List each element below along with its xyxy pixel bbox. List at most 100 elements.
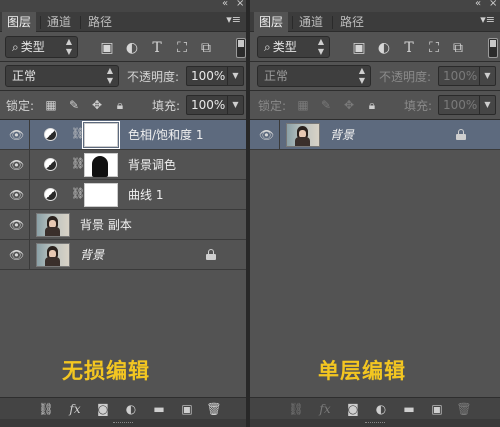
- divider: [29, 150, 30, 180]
- tab-channels[interactable]: 通道: [294, 12, 328, 32]
- collapse-panel-icon[interactable]: «: [475, 0, 481, 9]
- add-mask-icon[interactable]: ◙: [95, 401, 111, 417]
- dropdown-arrows-icon: ▲ ▼: [317, 37, 324, 56]
- fx-layer-style-icon[interactable]: fx: [67, 401, 83, 417]
- panel-tabs: 图层 通道 路径 ▾≡: [0, 12, 246, 32]
- add-mask-icon[interactable]: ◙: [345, 401, 361, 417]
- layer-row-curves[interactable]: 👁︎ ⛓ 曲线 1: [0, 180, 246, 210]
- layer-thumbnail[interactable]: [286, 123, 320, 147]
- chevron-down-icon[interactable]: ▼: [479, 67, 495, 85]
- filter-kind-dropdown[interactable]: ⌕ 类型 ▲ ▼: [257, 36, 330, 58]
- tab-channels[interactable]: 通道: [42, 12, 76, 32]
- opacity-field[interactable]: 100% ▼: [186, 66, 244, 86]
- adjustment-layer-icon: [44, 128, 57, 141]
- fill-field[interactable]: 100% ▼: [438, 95, 496, 115]
- lock-image-brush-icon[interactable]: ✎: [67, 98, 81, 112]
- caption-label: 无损编辑: [62, 359, 150, 383]
- layers-panel-right: « × 图层 通道 路径 ▾≡ ⌕ 类型 ▲ ▼ ▣ ◐ T ⛶ ⧉ 正常 ▲ ▼ 不…: [250, 0, 500, 427]
- layer-name: 背景 副本: [80, 218, 132, 232]
- chain-link-icon[interactable]: ⛓: [71, 187, 85, 200]
- layer-row-hue-saturation[interactable]: 👁︎ ⛓ 色相/饱和度 1: [0, 120, 246, 150]
- layer-mask-thumbnail[interactable]: [84, 183, 118, 207]
- blend-mode-dropdown[interactable]: 正常 ▲ ▼: [5, 65, 119, 87]
- eye-icon[interactable]: 👁︎: [9, 249, 24, 261]
- layer-name: 背景调色: [128, 158, 177, 172]
- lock-all-icon[interactable]: 🔒︎: [113, 98, 127, 112]
- collapse-panel-icon[interactable]: «: [222, 0, 228, 9]
- fill-label: 填充:: [152, 99, 181, 113]
- filter-adjustment-icon[interactable]: ◐: [124, 40, 140, 56]
- close-panel-icon[interactable]: ×: [236, 0, 244, 9]
- fill-value: 100%: [443, 98, 478, 112]
- chain-link-icon[interactable]: ⛓: [71, 127, 85, 140]
- layer-row-background-toning[interactable]: 👁︎ ⛓ 背景调色: [0, 150, 246, 180]
- tab-paths[interactable]: 路径: [335, 12, 369, 32]
- link-layers-icon[interactable]: ⛓: [38, 401, 54, 417]
- resize-grip[interactable]: [250, 419, 500, 427]
- resize-grip[interactable]: [0, 419, 246, 427]
- new-layer-icon[interactable]: ▣: [179, 401, 195, 417]
- tab-layers[interactable]: 图层: [2, 12, 37, 32]
- new-group-folder-icon[interactable]: ▬: [401, 401, 417, 417]
- layer-mask-thumbnail[interactable]: [84, 153, 118, 177]
- layer-thumbnail[interactable]: [36, 243, 70, 267]
- tab-paths[interactable]: 路径: [83, 12, 117, 32]
- tab-layers[interactable]: 图层: [254, 12, 289, 32]
- eye-icon[interactable]: 👁︎: [259, 129, 274, 141]
- new-layer-icon[interactable]: ▣: [429, 401, 445, 417]
- trash-icon[interactable]: 🗑︎: [206, 401, 222, 417]
- fill-value: 100%: [191, 98, 226, 112]
- blend-mode-dropdown[interactable]: 正常 ▲ ▼: [257, 65, 371, 87]
- layer-mask-thumbnail[interactable]: [82, 121, 120, 149]
- filter-toggle-switch[interactable]: [236, 38, 246, 58]
- tab-separator: [292, 16, 293, 29]
- lock-image-brush-icon[interactable]: ✎: [319, 98, 333, 112]
- eye-icon[interactable]: 👁︎: [9, 219, 24, 231]
- fill-field[interactable]: 100% ▼: [186, 95, 244, 115]
- filter-pixel-icon[interactable]: ▣: [99, 40, 115, 56]
- divider: [29, 240, 30, 270]
- eye-icon[interactable]: 👁︎: [9, 129, 24, 141]
- new-adjustment-layer-icon[interactable]: ◐: [373, 401, 389, 417]
- blend-mode-value: 正常: [264, 69, 289, 83]
- chevron-down-icon[interactable]: ▼: [227, 96, 243, 114]
- layer-thumbnail[interactable]: [36, 213, 70, 237]
- filter-toggle-switch[interactable]: [488, 38, 498, 58]
- panel-menu-icon[interactable]: ▾≡: [480, 13, 495, 26]
- lock-all-icon[interactable]: 🔒︎: [365, 98, 379, 112]
- chevron-down-icon[interactable]: ▼: [227, 67, 243, 85]
- chain-link-icon[interactable]: ⛓: [71, 157, 85, 170]
- divider: [29, 120, 30, 150]
- filter-shape-icon[interactable]: ⛶: [174, 40, 190, 56]
- filter-type-icon[interactable]: T: [401, 40, 417, 56]
- filter-smart-object-icon[interactable]: ⧉: [198, 40, 214, 56]
- filter-row: ⌕ 类型 ▲ ▼ ▣ ◐ T ⛶ ⧉: [250, 33, 500, 61]
- opacity-label: 不透明度:: [379, 70, 432, 84]
- lock-transparent-icon[interactable]: ▦: [44, 98, 58, 112]
- new-group-folder-icon[interactable]: ▬: [151, 401, 167, 417]
- lock-position-move-icon[interactable]: ✥: [342, 98, 356, 112]
- close-panel-icon[interactable]: ×: [489, 0, 497, 9]
- layer-row-background-copy[interactable]: 👁︎ 背景 副本: [0, 210, 246, 240]
- link-layers-icon[interactable]: ⛓: [288, 401, 304, 417]
- chevron-down-icon[interactable]: ▼: [479, 96, 495, 114]
- new-adjustment-layer-icon[interactable]: ◐: [123, 401, 139, 417]
- lock-label: 锁定:: [258, 99, 287, 113]
- lock-transparent-icon[interactable]: ▦: [296, 98, 310, 112]
- filter-pixel-icon[interactable]: ▣: [351, 40, 367, 56]
- filter-type-icon[interactable]: T: [149, 40, 165, 56]
- filter-adjustment-icon[interactable]: ◐: [376, 40, 392, 56]
- eye-icon[interactable]: 👁︎: [9, 159, 24, 171]
- filter-kind-dropdown[interactable]: ⌕ 类型 ▲ ▼: [5, 36, 78, 58]
- lock-position-move-icon[interactable]: ✥: [90, 98, 104, 112]
- fx-layer-style-icon[interactable]: fx: [317, 401, 333, 417]
- eye-icon[interactable]: 👁︎: [9, 189, 24, 201]
- opacity-field[interactable]: 100% ▼: [438, 66, 496, 86]
- layer-row-background[interactable]: 👁︎ 背景: [250, 120, 500, 150]
- panel-menu-icon[interactable]: ▾≡: [226, 13, 241, 26]
- trash-icon[interactable]: 🗑︎: [456, 401, 472, 417]
- filter-shape-icon[interactable]: ⛶: [426, 40, 442, 56]
- panel-title-strip: « ×: [250, 0, 500, 12]
- layer-row-background[interactable]: 👁︎ 背景: [0, 240, 246, 270]
- filter-smart-object-icon[interactable]: ⧉: [450, 40, 466, 56]
